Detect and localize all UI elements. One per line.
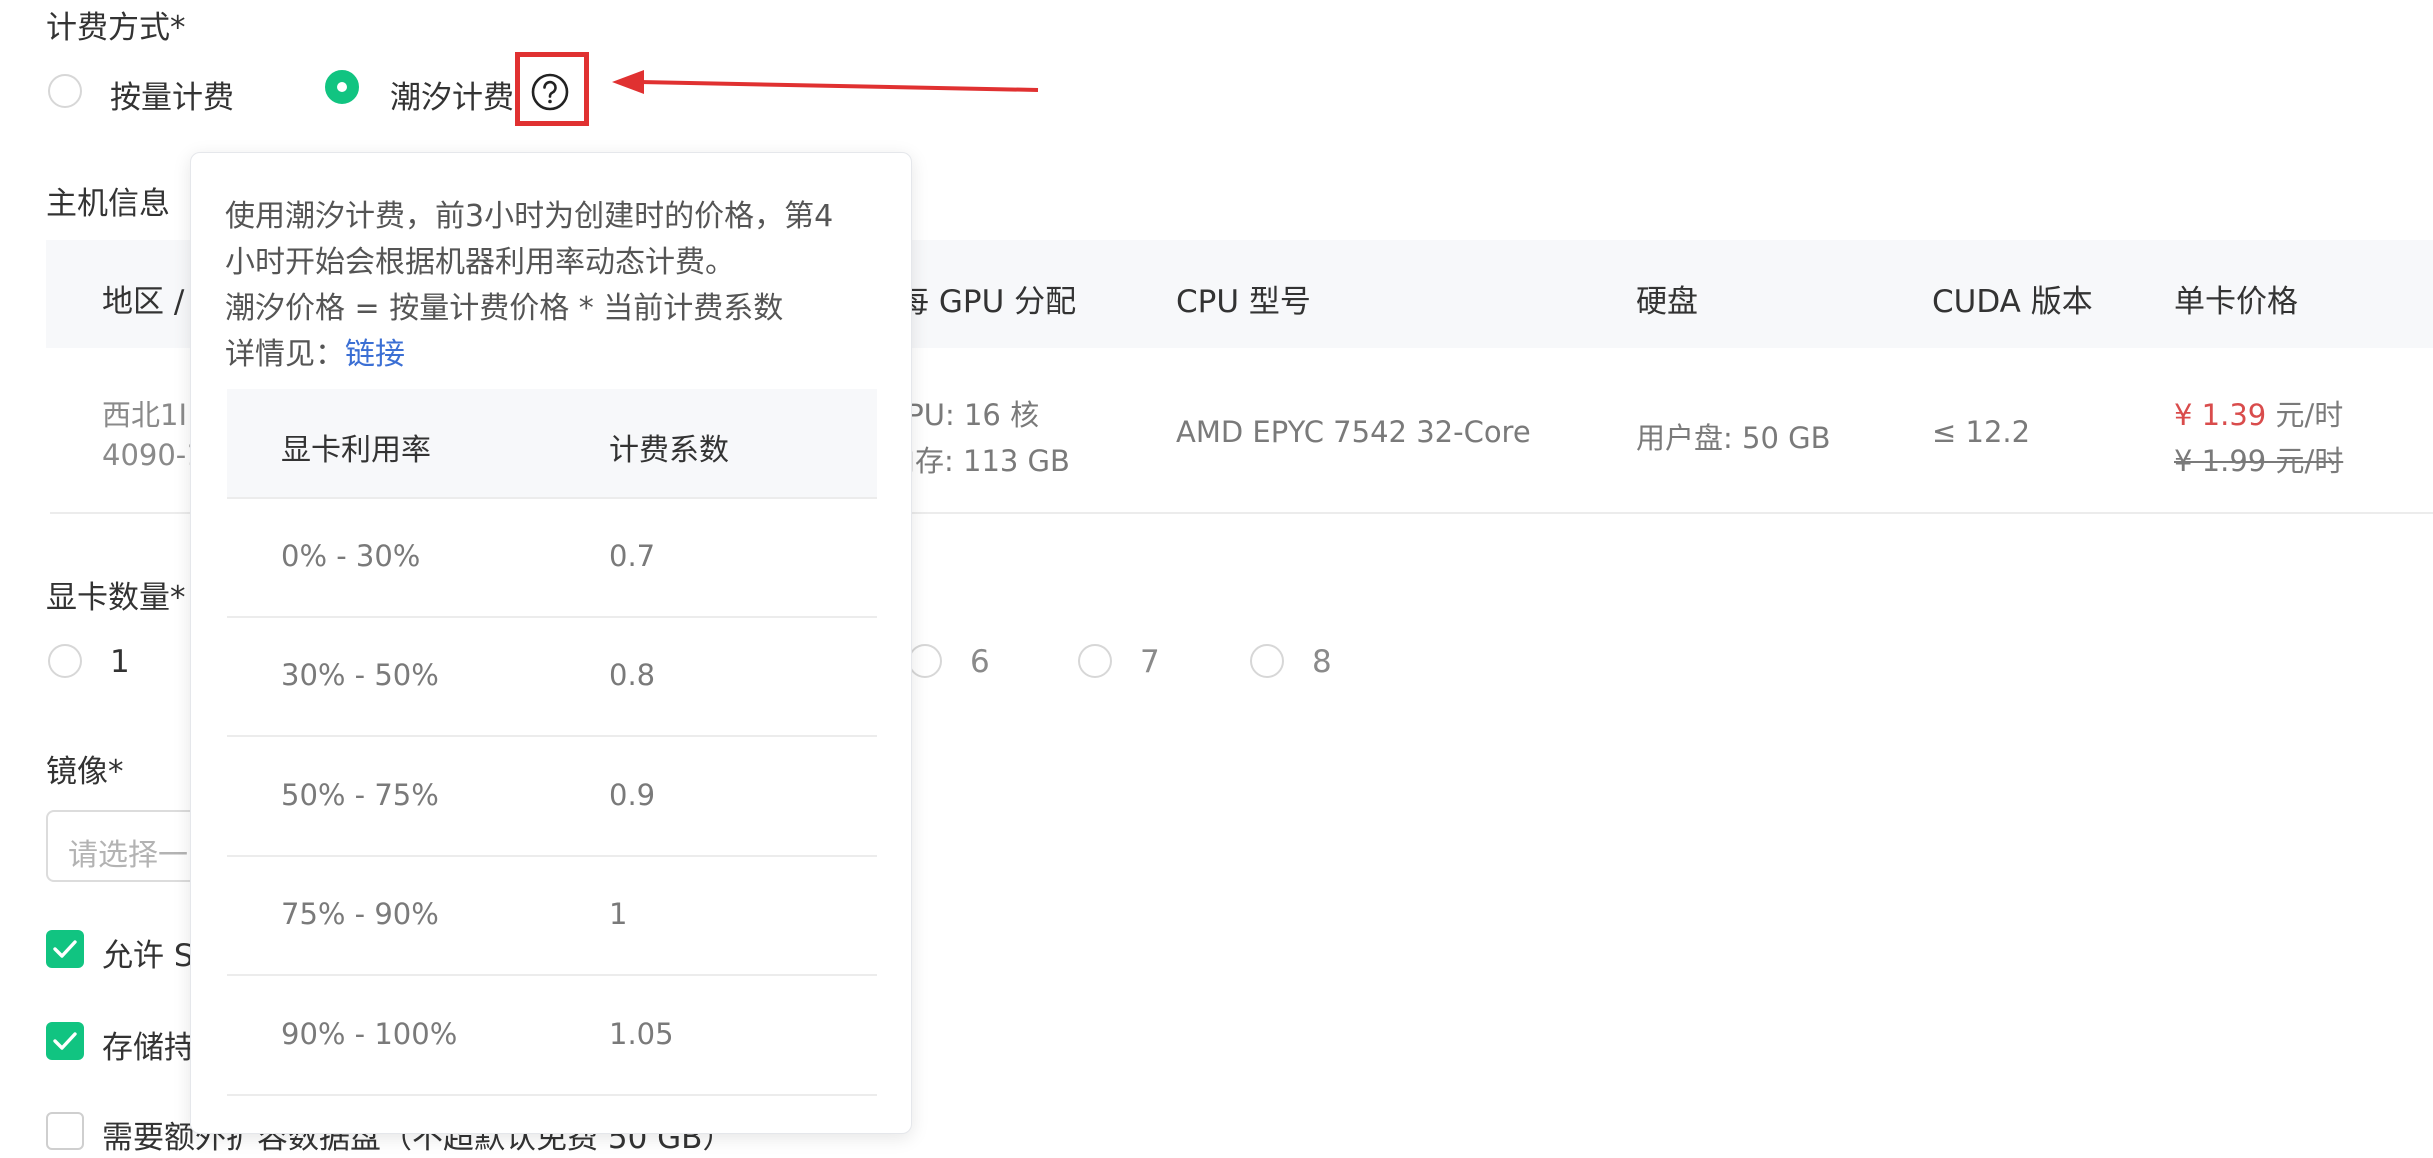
popover-details-prefix: 详情见：	[225, 337, 345, 372]
price-current-unit: 元/时	[2275, 398, 2344, 432]
col-disk: 硬盘	[1636, 284, 1698, 320]
cpu-model-value: AMD EPYC 7542 32-Core	[1176, 415, 1531, 449]
mem-alloc: 内存: 113 GB	[886, 444, 1070, 478]
coef-row-4-range: 75% - 90%	[281, 897, 439, 931]
radio-tidal[interactable]	[325, 70, 359, 104]
question-circle-icon[interactable]	[530, 72, 570, 112]
gpu-count-option-7[interactable]: 7	[1140, 644, 1160, 680]
checkbox-extra-disk[interactable]	[46, 1112, 84, 1150]
checkbox-label-storage[interactable]: 存储持	[102, 1022, 195, 1067]
coef-row-2-value: 0.8	[609, 658, 656, 692]
price-current: ¥ 1.39 元/时	[2174, 392, 2343, 434]
annotation-arrow-icon	[612, 70, 1039, 94]
host-info-label: 主机信息	[46, 186, 170, 222]
coef-row-5-value: 1.05	[609, 1017, 674, 1051]
col-unit-price: 单卡价格	[2174, 284, 2298, 320]
coef-row-1-value: 0.7	[609, 539, 656, 573]
coef-row-1-range: 0% - 30%	[281, 539, 421, 573]
disk-value: 用户盘: 50 GB	[1636, 421, 1831, 455]
coef-row-divider	[227, 855, 877, 857]
cuda-value: ≤ 12.2	[1932, 415, 2031, 449]
gpu-count-radio-1[interactable]	[48, 644, 82, 678]
popover-line-4: 详情见：链接	[225, 329, 405, 373]
col-cpu-model: CPU 型号	[1176, 284, 1311, 320]
coef-row-5-range: 90% - 100%	[281, 1017, 458, 1051]
checkbox-label-allow-ssh[interactable]: 允许 S	[102, 930, 194, 975]
coef-col-utilization: 显卡利用率	[281, 433, 431, 468]
coef-col-coefficient: 计费系数	[609, 433, 729, 468]
checkbox-allow-ssh[interactable]	[46, 930, 84, 968]
gpu-count-option-6[interactable]: 6	[970, 644, 990, 680]
coef-row-3-range: 50% - 75%	[281, 778, 439, 812]
gpu-count-label: 显卡数量*	[46, 580, 186, 616]
check-icon	[53, 940, 77, 958]
radio-pay-as-you-go[interactable]	[48, 74, 82, 108]
price-original: ¥ 1.99 元/时	[2174, 444, 2344, 478]
gpu-count-radio-6[interactable]	[908, 644, 942, 678]
coef-row-3-value: 0.9	[609, 778, 656, 812]
region-line1: 西北1I	[102, 398, 188, 432]
col-gpu-alloc: 每 GPU 分配	[898, 284, 1077, 320]
col-region: 地区 /	[102, 284, 185, 320]
radio-label-tidal[interactable]: 潮汐计费	[390, 72, 514, 117]
coef-row-4-value: 1	[609, 897, 628, 931]
coef-row-2-range: 30% - 50%	[281, 658, 439, 692]
coef-row-divider	[227, 735, 877, 737]
coef-row-divider	[227, 616, 877, 618]
col-cuda: CUDA 版本	[1932, 284, 2093, 320]
coef-header-divider	[227, 497, 877, 499]
coef-row-divider	[227, 974, 877, 976]
gpu-count-option-1[interactable]: 1	[110, 644, 130, 680]
check-icon	[53, 1032, 77, 1050]
image-select-placeholder: 请选择一	[68, 838, 188, 873]
price-current-amount: ¥ 1.39	[2174, 398, 2267, 432]
coef-row-divider	[227, 1094, 877, 1096]
popover-details-link[interactable]: 链接	[345, 337, 405, 372]
image-label: 镜像*	[46, 754, 124, 790]
gpu-count-radio-8[interactable]	[1250, 644, 1284, 678]
checkbox-storage[interactable]	[46, 1022, 84, 1060]
popover-line-1: 使用潮汐计费，前3小时为创建时的价格，第4	[225, 199, 834, 234]
billing-label: 计费方式*	[46, 10, 186, 46]
tidal-billing-popover: 使用潮汐计费，前3小时为创建时的价格，第4 小时开始会根据机器利用率动态计费。 …	[190, 152, 912, 1134]
popover-line-2: 小时开始会根据机器利用率动态计费。	[225, 245, 735, 280]
radio-label-pay-as-you-go[interactable]: 按量计费	[110, 72, 234, 117]
gpu-count-radio-7[interactable]	[1078, 644, 1112, 678]
gpu-count-option-8[interactable]: 8	[1312, 644, 1332, 680]
popover-line-3: 潮汐价格 = 按量计费价格 * 当前计费系数	[225, 291, 784, 326]
